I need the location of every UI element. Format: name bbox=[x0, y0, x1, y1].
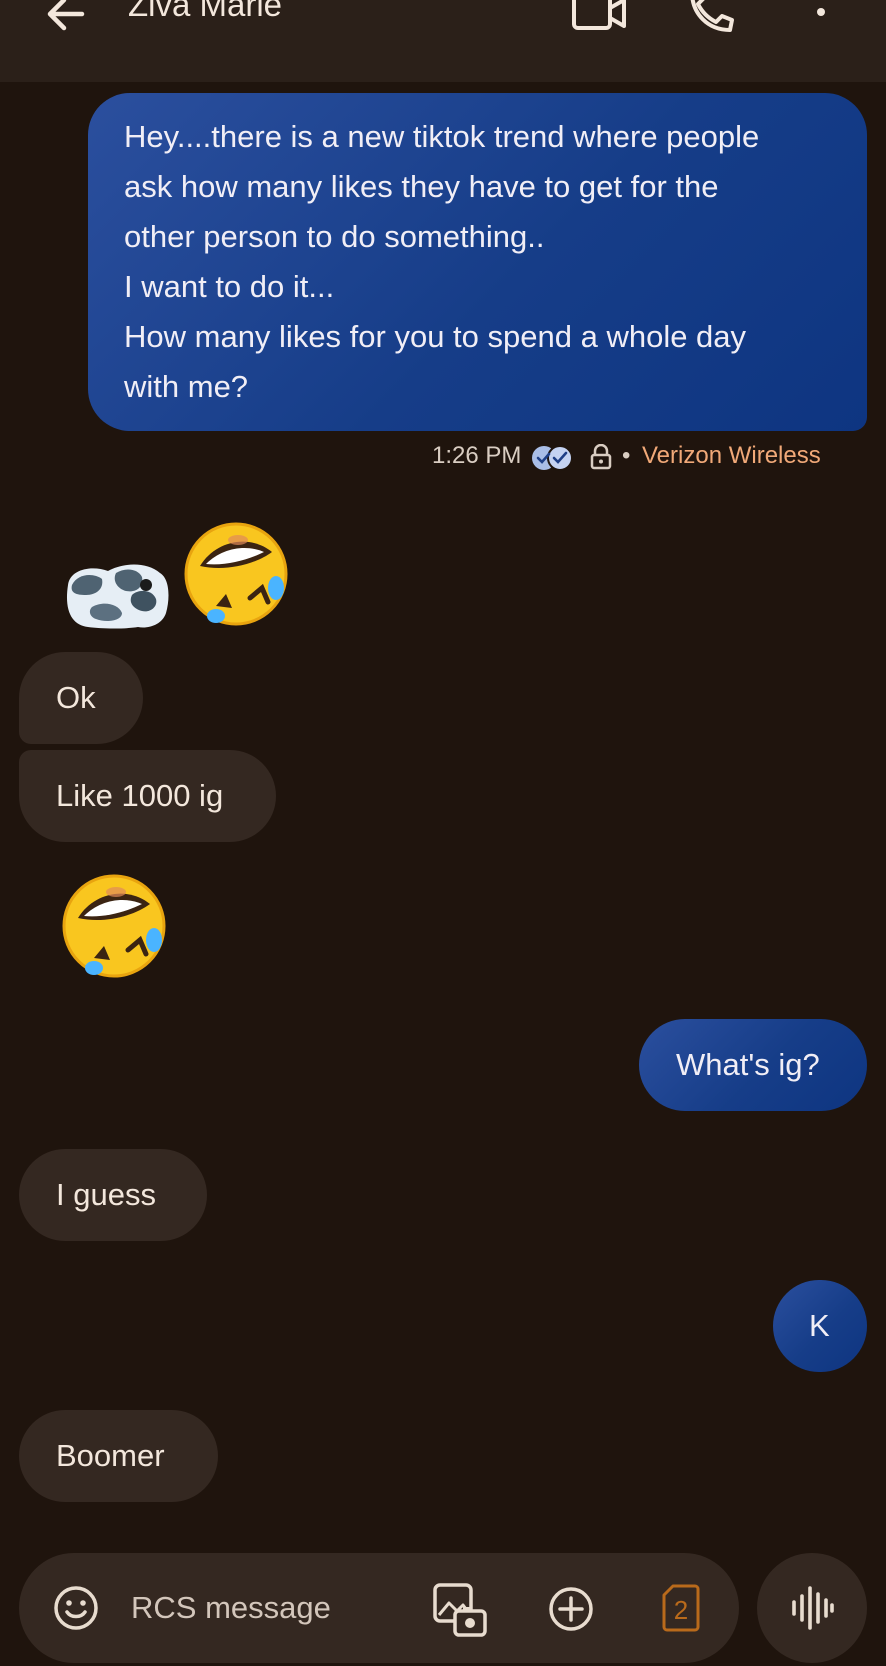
outgoing-message-bubble[interactable]: What's ig? bbox=[639, 1019, 867, 1111]
message-line: I want to do it... bbox=[124, 269, 335, 304]
carrier-label: Verizon Wireless bbox=[642, 442, 821, 469]
voice-waveform-icon bbox=[792, 1586, 834, 1630]
message-text: What's ig? bbox=[676, 1047, 820, 1082]
arrow-left-icon bbox=[47, 0, 85, 31]
top-app-bar: Ziva Marie bbox=[0, 0, 886, 82]
conversation-screen: Ziva Marie Hey....there is a new tiktok … bbox=[0, 0, 886, 1666]
incoming-message-bubble[interactable]: Like 1000 ig bbox=[19, 750, 276, 842]
voice-message-button[interactable] bbox=[757, 1553, 867, 1663]
message-status-row: 1:26 PM • Verizon Wireless bbox=[432, 436, 832, 476]
outgoing-message-bubble[interactable]: Hey....there is a new tiktok trend where… bbox=[88, 93, 867, 431]
more-vertical-icon bbox=[817, 8, 825, 16]
incoming-message-bubble[interactable]: Ok bbox=[19, 652, 143, 744]
lock-icon bbox=[590, 444, 612, 470]
incoming-message-bubble[interactable]: I guess bbox=[19, 1149, 207, 1241]
message-text: Ok bbox=[56, 680, 96, 715]
emoji-smile-icon bbox=[54, 1586, 98, 1630]
gallery-icon bbox=[433, 1583, 487, 1637]
emoji-button[interactable] bbox=[53, 1585, 99, 1631]
back-button[interactable] bbox=[38, 0, 94, 42]
add-circle-icon bbox=[549, 1587, 593, 1631]
rolling-on-floor-laughing-emoji[interactable] bbox=[180, 518, 294, 632]
message-text: Like 1000 ig bbox=[56, 778, 224, 813]
message-text: K bbox=[809, 1308, 830, 1343]
incoming-message-bubble[interactable]: Boomer bbox=[19, 1410, 218, 1502]
phone-icon bbox=[690, 0, 734, 32]
message-line: with me? bbox=[124, 369, 249, 404]
video-camera-icon bbox=[572, 0, 626, 30]
message-line: other person to do something.. bbox=[124, 219, 545, 254]
message-text: I guess bbox=[56, 1177, 156, 1212]
message-text: Boomer bbox=[56, 1438, 165, 1473]
message-input[interactable] bbox=[131, 1583, 411, 1633]
message-timestamp: 1:26 PM bbox=[432, 442, 522, 469]
video-call-button[interactable] bbox=[570, 0, 630, 36]
contact-name[interactable]: Ziva Marie bbox=[128, 0, 282, 28]
message-line: ask how many likes they have to get for … bbox=[124, 169, 719, 204]
add-attachment-button[interactable] bbox=[547, 1585, 595, 1633]
sim-number: 2 bbox=[673, 1595, 689, 1625]
cow-sticker[interactable] bbox=[62, 555, 174, 633]
message-line: Hey....there is a new tiktok trend where… bbox=[124, 119, 760, 154]
more-options-button[interactable] bbox=[806, 0, 836, 36]
read-receipt-double-check-icon bbox=[530, 444, 576, 472]
rolling-on-floor-laughing-emoji[interactable] bbox=[58, 870, 172, 984]
sim-selector-button[interactable]: 2 bbox=[661, 1583, 701, 1633]
voice-call-button[interactable] bbox=[684, 0, 738, 36]
message-line: How many likes for you to spend a whole … bbox=[124, 319, 747, 354]
outgoing-message-bubble[interactable]: K bbox=[773, 1280, 867, 1372]
gallery-button[interactable] bbox=[431, 1581, 489, 1639]
meta-separator: • bbox=[622, 442, 631, 469]
message-composer: 2 bbox=[19, 1553, 739, 1663]
